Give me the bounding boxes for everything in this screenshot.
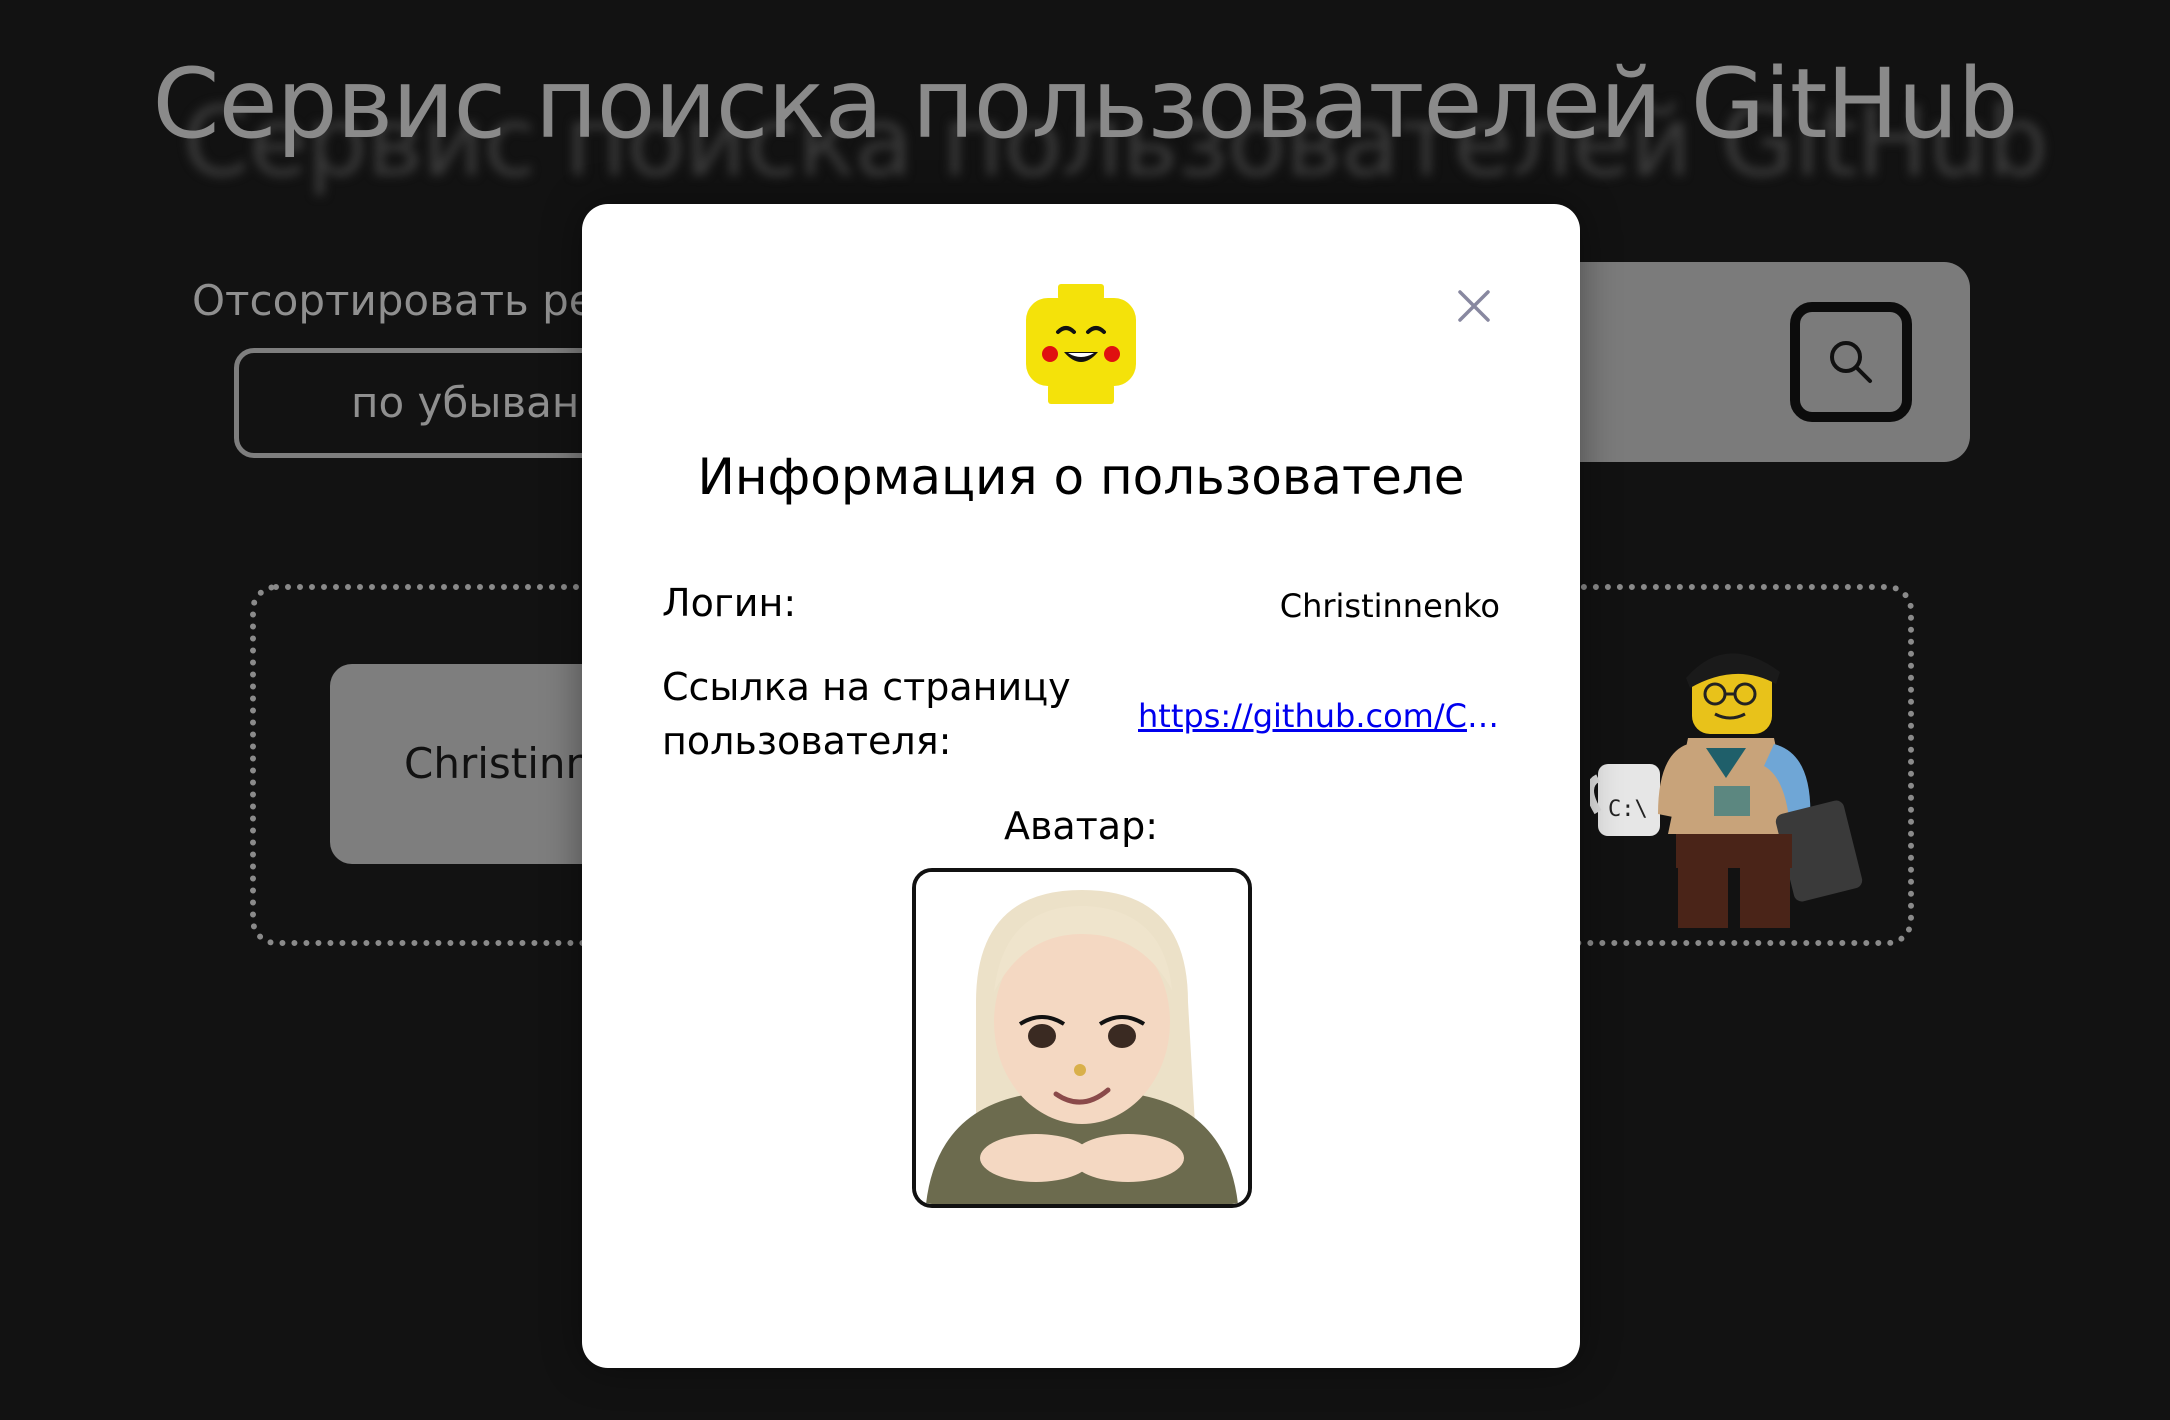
user-info-modal: Информация о пользователе Логин: Christi… — [582, 204, 1580, 1368]
login-value: Christinnenko — [1279, 587, 1500, 625]
search-icon — [1830, 341, 1872, 383]
lego-head-icon — [1026, 284, 1136, 404]
profile-link-label: Ссылка на страницу пользователя: — [662, 665, 1071, 763]
avatar — [912, 868, 1252, 1208]
sort-label: Отсортировать реп — [192, 276, 623, 325]
profile-link[interactable]: https://github.com/Chri… — [1138, 694, 1500, 738]
avatar-image — [916, 872, 1248, 1204]
avatar-label: Аватар: — [1003, 804, 1159, 848]
modal-title: Информация о пользователе — [697, 448, 1465, 506]
login-label: Логин: — [662, 581, 797, 625]
svg-text:C:\: C:\ — [1608, 797, 1648, 822]
search-button[interactable] — [1790, 302, 1912, 422]
close-icon[interactable] — [1454, 286, 1494, 326]
lego-developer-image: C:\ — [1590, 653, 1863, 928]
page-title: Сервис поиска пользователей GitHub — [152, 48, 2019, 160]
